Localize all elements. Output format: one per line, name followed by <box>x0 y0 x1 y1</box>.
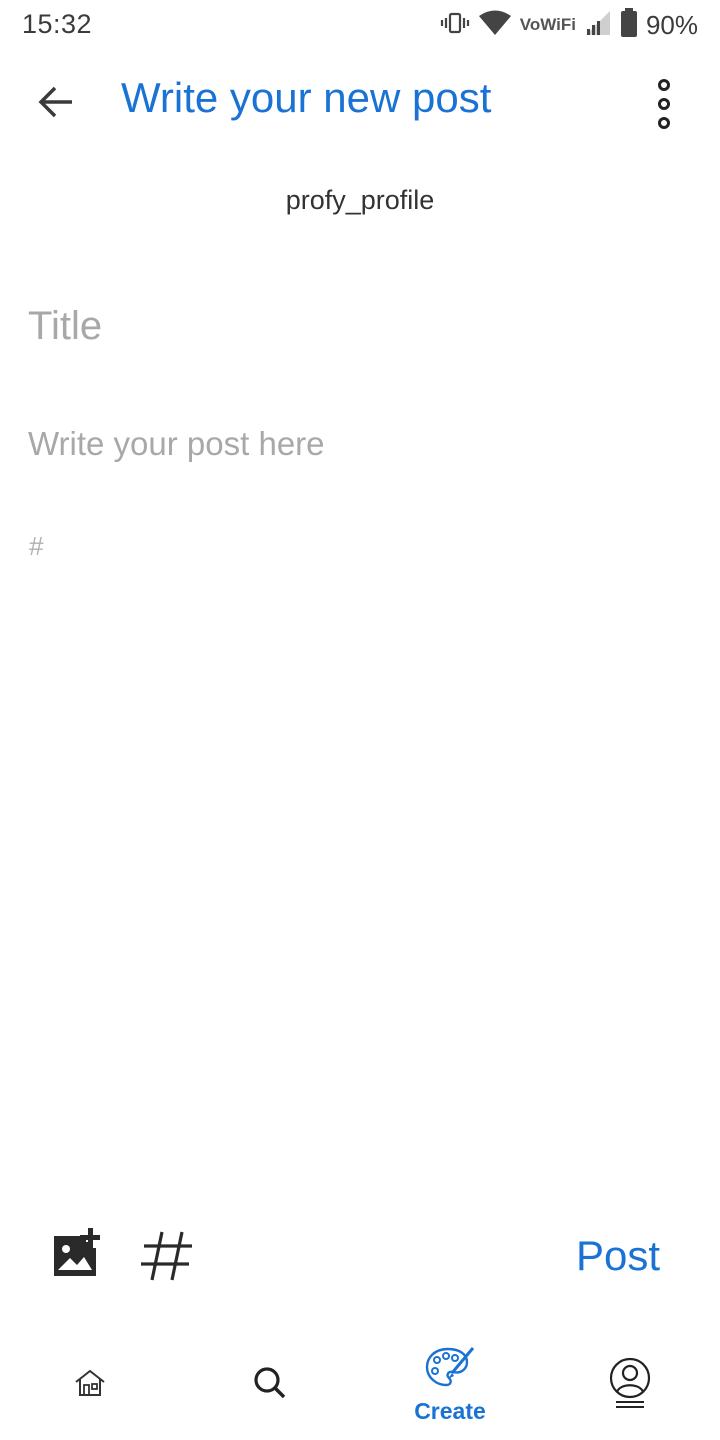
add-image-icon <box>50 1228 106 1284</box>
more-options-button[interactable] <box>644 76 684 136</box>
nav-create[interactable]: Create <box>360 1330 540 1440</box>
nav-search[interactable] <box>180 1330 360 1440</box>
composer-toolbar: Post <box>0 1220 720 1292</box>
home-icon <box>74 1369 106 1402</box>
battery-icon <box>620 7 638 43</box>
status-bar: 15:32 VoWiFi 90% <box>0 0 720 50</box>
wifi-icon <box>478 9 512 42</box>
back-button[interactable] <box>30 78 82 130</box>
vowifi-label: VoWiFi <box>519 15 576 34</box>
profile-name: profy_profile <box>285 185 435 215</box>
profile-icon <box>608 1357 652 1414</box>
post-button[interactable]: Post <box>576 1232 660 1280</box>
nav-profile[interactable] <box>540 1330 720 1440</box>
bottom-nav: Create <box>0 1330 720 1440</box>
status-icons: VoWiFi 90% <box>440 7 698 43</box>
app-bar: Write your new post <box>0 60 720 140</box>
add-image-button[interactable] <box>50 1224 106 1280</box>
hashtag-input[interactable] <box>29 528 689 564</box>
signal-icon <box>584 9 612 42</box>
battery-percent: 90% <box>645 9 698 40</box>
new-post-screen: 15:32 VoWiFi 90% Write your new post pro… <box>0 0 720 1440</box>
more-vertical-icon <box>656 77 672 136</box>
post-body-input[interactable] <box>28 425 688 485</box>
nav-home[interactable] <box>0 1330 180 1440</box>
vibrate-icon <box>440 11 470 40</box>
search-icon <box>253 1366 287 1405</box>
arrow-left-icon <box>37 85 75 124</box>
hashtag-icon <box>138 1231 196 1288</box>
palette-icon <box>424 1345 476 1394</box>
status-time: 15:32 <box>22 9 93 39</box>
title-input[interactable] <box>28 298 688 354</box>
hashtag-button[interactable] <box>138 1226 196 1284</box>
nav-create-label: Create <box>414 1398 486 1424</box>
page-title: Write your new post <box>121 74 492 121</box>
